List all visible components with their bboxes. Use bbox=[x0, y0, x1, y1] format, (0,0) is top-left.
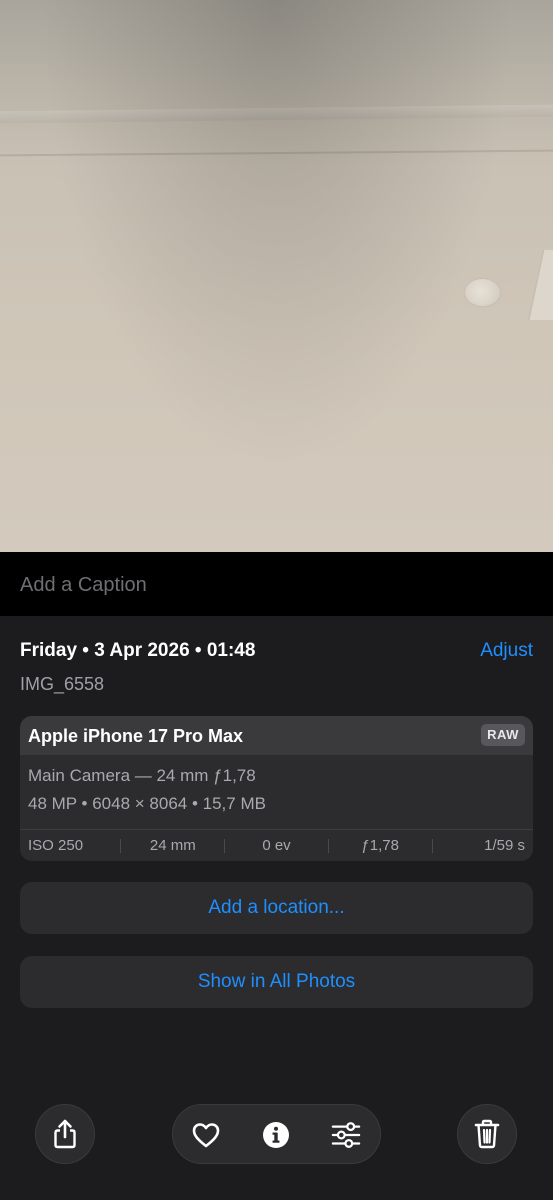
file-name: IMG_6558 bbox=[20, 674, 105, 694]
adjust-button[interactable]: Adjust bbox=[480, 640, 533, 662]
sliders-icon bbox=[331, 1122, 361, 1148]
delete-button[interactable] bbox=[457, 1104, 517, 1164]
exif-exposure-bias: 0 ev bbox=[262, 837, 291, 854]
photo-shading bbox=[0, 0, 553, 552]
info-button[interactable] bbox=[261, 1120, 291, 1150]
date-time: Friday • 3 Apr 2026 • 01:48 bbox=[20, 640, 256, 661]
exif-aperture: ƒ1,78 bbox=[361, 837, 399, 854]
add-location-button[interactable]: Add a location... bbox=[20, 882, 533, 934]
exif-focal-length: 24 mm bbox=[149, 837, 196, 854]
trash-icon bbox=[474, 1119, 500, 1149]
device-name: Apple iPhone 17 Pro Max bbox=[28, 726, 244, 746]
exif-shutter-speed: 1/59 s bbox=[484, 837, 525, 854]
caption-bar bbox=[0, 552, 553, 616]
lens-info: Main Camera — 24 mm ƒ1,78 bbox=[28, 766, 256, 785]
photo-actions-pill bbox=[172, 1104, 381, 1164]
share-button[interactable] bbox=[35, 1104, 95, 1164]
edit-button[interactable] bbox=[331, 1120, 361, 1150]
caption-input[interactable] bbox=[20, 570, 520, 600]
heart-icon bbox=[192, 1123, 220, 1148]
camera-info-card: Apple iPhone 17 Pro Max RAW Main Camera … bbox=[20, 716, 533, 861]
share-icon bbox=[54, 1119, 76, 1149]
favorite-button[interactable] bbox=[191, 1120, 221, 1150]
date-row: Friday • 3 Apr 2026 • 01:48 Adjust bbox=[20, 640, 533, 664]
info-icon bbox=[263, 1122, 289, 1148]
camera-card-header: Apple iPhone 17 Pro Max RAW bbox=[20, 716, 533, 755]
photo-view[interactable] bbox=[0, 0, 553, 552]
image-specs: 48 MP • 6048 × 8064 • 15,7 MB bbox=[28, 794, 266, 813]
bottom-toolbar bbox=[0, 1100, 553, 1170]
exif-iso: ISO 250 bbox=[28, 837, 84, 854]
format-badge: RAW bbox=[481, 724, 525, 746]
show-in-all-photos-button[interactable]: Show in All Photos bbox=[20, 956, 533, 1008]
exif-row: ISO 250 24 mm 0 ev ƒ1,78 1/59 s bbox=[20, 830, 533, 861]
